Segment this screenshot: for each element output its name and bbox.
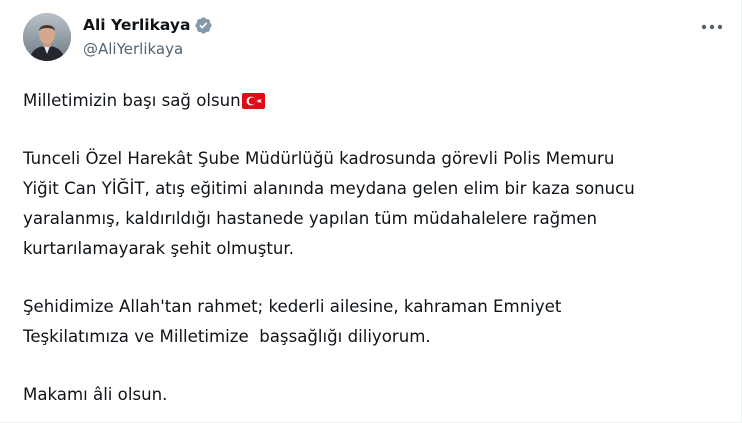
- tweet-paragraph: Tunceli Özel Harekât Şube Müdürlüğü kadr…: [23, 144, 723, 264]
- more-options-icon[interactable]: [699, 16, 725, 38]
- tweet-text: Milletimizin başı sağ olsun Tunceli Özel…: [23, 86, 723, 410]
- tweet-line: yaralanmış, kaldırıldığı hastanede yapıl…: [23, 209, 598, 228]
- author-handle[interactable]: @AliYerlikaya: [83, 38, 213, 60]
- tweet-line: Milletimizin başı sağ olsun: [23, 91, 241, 110]
- tweet-line: Tunceli Özel Harekât Şube Müdürlüğü kadr…: [23, 149, 615, 168]
- post-card: Ali Yerlikaya @AliYerlikaya Milletimizin…: [0, 0, 742, 423]
- author-name-row: Ali Yerlikaya: [83, 14, 213, 36]
- tweet-line: kurtarılamayarak şehit olmuştur.: [23, 239, 294, 258]
- avatar-image: [23, 13, 71, 61]
- tweet-paragraph: Makamı âli olsun.: [23, 380, 723, 410]
- tweet-line: Makamı âli olsun.: [23, 385, 168, 404]
- tweet-line: Şehidimize Allah'tan rahmet; kederli ail…: [23, 297, 562, 316]
- author-display-name[interactable]: Ali Yerlikaya: [83, 14, 190, 36]
- tweet-paragraph: Milletimizin başı sağ olsun: [23, 86, 723, 116]
- tweet-line: Yiğit Can YİĞİT, atış eğitimi alanında m…: [23, 179, 635, 198]
- turkey-flag-icon: [241, 89, 265, 109]
- author-block: Ali Yerlikaya @AliYerlikaya: [83, 14, 213, 60]
- verified-badge-icon[interactable]: [194, 16, 213, 35]
- tweet-line: Teşkilatımıza ve Milletimize başsağlığı …: [23, 327, 431, 346]
- avatar[interactable]: [23, 13, 71, 61]
- tweet-paragraph: Şehidimize Allah'tan rahmet; kederli ail…: [23, 292, 723, 352]
